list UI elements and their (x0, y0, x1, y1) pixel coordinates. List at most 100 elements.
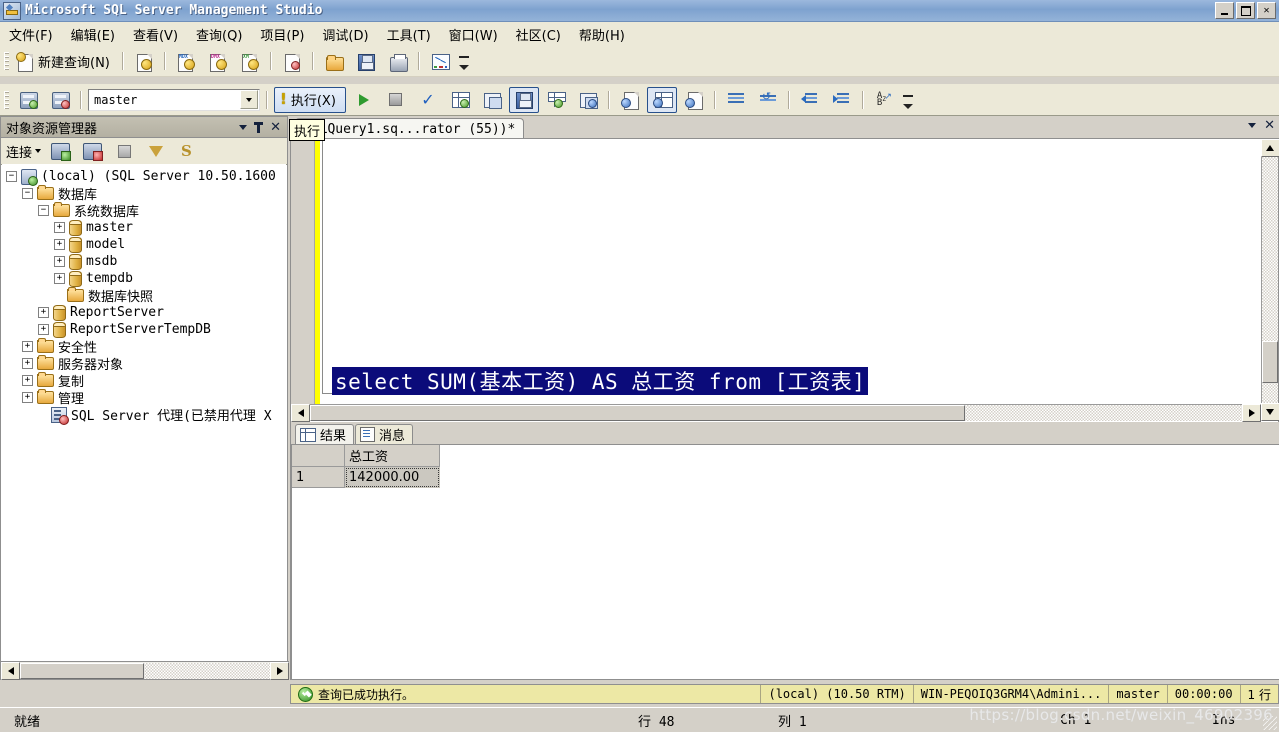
dropdown-icon[interactable] (1248, 123, 1256, 128)
sqlcmd-mode-button[interactable] (573, 87, 603, 113)
comment-button[interactable] (721, 87, 751, 113)
parse-button[interactable]: ✓ (413, 87, 443, 113)
new-query-button[interactable]: 新建查询(N) (13, 48, 117, 74)
execute-button[interactable]: ! 执行(X) (274, 86, 346, 113)
tree-node-server-objects[interactable]: + 服务器对象 (2, 355, 286, 373)
scroll-thumb[interactable] (1262, 341, 1278, 383)
open-file-button[interactable] (319, 48, 349, 74)
expander-icon[interactable]: + (22, 392, 33, 403)
scroll-up-button[interactable] (1260, 139, 1279, 157)
decrease-indent-button[interactable] (795, 87, 825, 113)
menu-help[interactable]: 帮助(H) (570, 22, 634, 47)
stop-action-button[interactable] (109, 138, 139, 164)
editor-selection-margin[interactable] (305, 139, 315, 404)
menu-window[interactable]: 窗口(W) (440, 22, 507, 47)
editor-vscrollbar[interactable] (1260, 139, 1279, 421)
toolbar-grip[interactable] (4, 90, 9, 109)
cell-total-salary[interactable]: 142000.00 (344, 466, 440, 488)
tab-sqlquery1[interactable]: SQLQuery1.sq...rator (55))* (295, 118, 525, 139)
expander-icon[interactable]: + (22, 341, 33, 352)
expander-icon[interactable]: − (6, 171, 17, 182)
stop-button[interactable] (381, 87, 411, 113)
query-options-button[interactable] (477, 87, 507, 113)
resize-grip-icon[interactable] (1263, 716, 1277, 730)
close-icon[interactable]: ✕ (270, 121, 281, 134)
specify-values-button[interactable]: AZ ↗ B (869, 87, 899, 113)
new-xmla-query-button[interactable]: XM (235, 48, 265, 74)
menu-file[interactable]: 文件(F) (0, 22, 62, 47)
tree-node-reportserver[interactable]: + ReportServer (2, 304, 286, 321)
expander-icon[interactable]: + (54, 239, 65, 250)
new-mdx-query-button[interactable]: MDX (171, 48, 201, 74)
expander-icon[interactable]: + (38, 324, 49, 335)
client-statistics-button[interactable] (541, 87, 571, 113)
tree-node-replication[interactable]: + 复制 (2, 372, 286, 390)
column-header-total-salary[interactable]: 总工资 (344, 445, 440, 467)
connect-dropdown-button[interactable]: 连接 (1, 140, 44, 162)
expander-icon[interactable]: + (54, 222, 65, 233)
tree-node-reportservertempdb[interactable]: + ReportServerTempDB (2, 321, 286, 338)
tree-node-tempdb[interactable]: + tempdb (2, 270, 286, 287)
results-to-file-button[interactable] (679, 87, 709, 113)
results-to-text-button[interactable] (615, 87, 645, 113)
tree-node-sql-server-agent[interactable]: SQL Server 代理(已禁用代理 X (2, 406, 286, 425)
pin-icon[interactable] (254, 121, 264, 133)
menu-query[interactable]: 查询(Q) (187, 22, 251, 47)
results-grid[interactable]: 总工资 1 142000.00 (291, 444, 1279, 680)
database-input[interactable] (92, 90, 236, 109)
object-explorer-tree[interactable]: − (local) (SQL Server 10.50.1600 − 数据库 −… (2, 164, 286, 678)
scroll-thumb[interactable] (20, 662, 144, 679)
close-button[interactable]: ✕ (1257, 2, 1276, 19)
save-button[interactable] (351, 48, 381, 74)
expander-icon[interactable]: + (54, 273, 65, 284)
toolbar-grip[interactable] (4, 52, 9, 70)
menu-view[interactable]: 查看(V) (124, 22, 187, 47)
object-explorer-hscrollbar[interactable] (1, 661, 289, 680)
scroll-track[interactable] (1262, 157, 1278, 403)
tree-node-master[interactable]: + master (2, 219, 286, 236)
table-row[interactable]: 1 142000.00 (292, 466, 440, 488)
tab-results[interactable]: 结果 (295, 424, 355, 444)
tree-node-msdb[interactable]: + msdb (2, 253, 286, 270)
menu-tools[interactable]: 工具(T) (378, 22, 440, 47)
expander-icon[interactable]: − (22, 188, 33, 199)
database-combo[interactable] (88, 88, 260, 111)
scroll-down-button[interactable] (1260, 403, 1279, 421)
connect-button[interactable] (13, 87, 43, 113)
refresh-script-button[interactable] (173, 138, 203, 164)
chevron-down-icon[interactable] (240, 90, 258, 109)
row-header-corner[interactable] (292, 445, 345, 467)
row-number[interactable]: 1 (292, 466, 345, 488)
connect-server-button[interactable] (45, 138, 75, 164)
tree-node-security[interactable]: + 安全性 (2, 338, 286, 356)
results-to-grid-button[interactable] (646, 86, 677, 113)
tree-node-databases[interactable]: − 数据库 (2, 185, 286, 203)
tree-node-database-snapshots[interactable]: 数据库快照 (2, 287, 286, 305)
analysis-file-button[interactable] (277, 48, 307, 74)
debug-run-button[interactable] (349, 87, 379, 113)
tree-node-model[interactable]: + model (2, 236, 286, 253)
tab-messages[interactable]: 消息 (355, 424, 414, 444)
activity-monitor-button[interactable] (425, 48, 455, 74)
expander-icon[interactable]: + (38, 307, 49, 318)
new-file-button[interactable] (129, 48, 159, 74)
menu-community[interactable]: 社区(C) (507, 22, 570, 47)
expander-icon[interactable]: + (54, 256, 65, 267)
maximize-button[interactable] (1236, 2, 1255, 19)
tree-node-server[interactable]: − (local) (SQL Server 10.50.1600 (2, 168, 286, 186)
disconnect-server-button[interactable] (77, 138, 107, 164)
new-dmx-query-button[interactable]: DMX (203, 48, 233, 74)
scroll-track[interactable] (20, 662, 270, 679)
scroll-right-button[interactable] (1242, 404, 1261, 422)
toolbar-overflow-chevron[interactable] (902, 87, 914, 113)
scroll-left-button[interactable] (291, 404, 310, 422)
scroll-thumb[interactable] (310, 405, 965, 421)
include-actual-plan-button[interactable] (508, 86, 539, 113)
print-button[interactable] (383, 48, 413, 74)
tree-node-system-databases[interactable]: − 系统数据库 (2, 202, 286, 220)
toolbar-overflow-chevron[interactable] (458, 48, 470, 74)
editor-hscrollbar[interactable] (291, 404, 1261, 422)
increase-indent-button[interactable] (827, 87, 857, 113)
filter-button[interactable] (141, 138, 171, 164)
dropdown-icon[interactable] (239, 125, 247, 130)
